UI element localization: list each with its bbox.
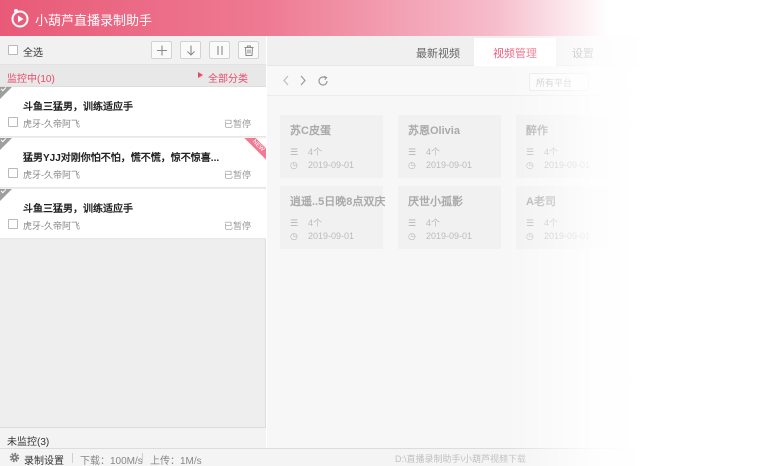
card-count: 4个 — [544, 218, 559, 228]
card-date: 2019-09-01 — [308, 160, 355, 170]
list-icon: ☰ — [290, 147, 299, 157]
download-button[interactable] — [180, 41, 201, 59]
list-icon: ☰ — [526, 218, 535, 228]
list-icon: ☰ — [408, 218, 417, 228]
arrow-down-icon — [187, 45, 195, 56]
clock-icon: ◷ — [290, 231, 298, 241]
card-title: 醉作 — [526, 125, 548, 137]
task-item[interactable]: 斗鱼三猛男，训练适应手 虎牙-久帝阿飞 已暂停 — [0, 187, 266, 239]
card-title: 苏C皮蛋 — [290, 125, 331, 137]
select-all-checkbox[interactable] — [8, 45, 18, 55]
video-folder-card[interactable]: 厌世小孤影 ☰ 4个 ◷ 2019-09-01 — [398, 186, 501, 249]
task-checkbox[interactable] — [8, 117, 18, 127]
clock-icon: ◷ — [408, 160, 416, 170]
card-date: 2019-09-01 — [544, 231, 591, 241]
list-icon: ☰ — [290, 218, 299, 228]
task-item[interactable]: 斗鱼三猛男，训练适应手 虎牙-久帝阿飞 已暂停 — [0, 85, 266, 137]
all-categories-filter[interactable]: 全部分类 — [198, 70, 248, 85]
gear-icon[interactable] — [8, 451, 21, 464]
pause-button[interactable] — [209, 41, 230, 59]
save-path[interactable]: D:\直播录制助手\小葫芦视频下载 — [395, 452, 526, 465]
card-date: 2019-09-01 — [426, 160, 473, 170]
video-folder-card[interactable]: 逍遥..5日晚8点双庆 ☰ 4个 ◷ 2019-09-01 — [280, 186, 386, 249]
card-title: A老司 — [526, 196, 556, 208]
forward-icon[interactable] — [299, 75, 307, 86]
tab-latest-videos[interactable]: 最新视频 — [416, 45, 460, 61]
card-title: 逍遥..5日晚8点双庆 — [290, 196, 386, 208]
task-title: 斗鱼三猛男，训练适应手 — [23, 204, 133, 215]
right-panel: 最新视频 视频管理 设置 所有平台 苏C皮蛋 ☰ 4个 ◷ 2019-09-01 苏… — [267, 36, 760, 448]
plus-icon — [157, 45, 167, 56]
tab-bar: 最新视频 视频管理 设置 — [267, 36, 760, 66]
task-source: 虎牙-久帝阿飞 — [23, 119, 80, 129]
card-count: 4个 — [308, 147, 323, 157]
card-title: 厌世小孤影 — [408, 196, 463, 208]
platform-select[interactable]: 所有平台 — [529, 73, 589, 91]
divider — [72, 453, 73, 463]
app-logo-icon — [11, 9, 29, 28]
tab-settings[interactable]: 设置 — [572, 45, 594, 61]
clock-icon: ◷ — [526, 160, 534, 170]
video-folder-card[interactable]: 醉作 ☰ 4个 ◷ 2019-09-01 — [516, 115, 619, 178]
trash-icon — [244, 45, 254, 56]
recording-settings-link[interactable]: 录制设置 — [24, 452, 64, 466]
task-checkbox[interactable] — [8, 219, 18, 229]
clock-icon: ◷ — [526, 231, 534, 241]
divider — [142, 453, 143, 463]
new-badge: NEW — [242, 138, 266, 162]
unmonitored-section[interactable]: 未监控(3) — [0, 427, 266, 448]
task-item[interactable]: NEW 猛男YJJ对刚你怕不怕，慌不慌，惊不惊喜... 虎牙-久帝阿飞 已暂停 — [0, 136, 266, 188]
card-date: 2019-09-01 — [308, 231, 355, 241]
delete-button[interactable] — [238, 41, 259, 59]
refresh-icon[interactable] — [317, 75, 329, 87]
clock-icon: ◷ — [408, 231, 416, 241]
card-count: 4个 — [426, 147, 441, 157]
card-date: 2019-09-01 — [544, 160, 591, 170]
navigation-bar: 所有平台 — [267, 66, 760, 96]
back-icon[interactable] — [282, 75, 290, 86]
task-toolbar: 全选 — [0, 36, 266, 65]
select-all-label[interactable]: 全选 — [23, 44, 43, 59]
upload-speed: 上传：1M/s — [150, 456, 202, 466]
task-status: 已暂停 — [223, 119, 251, 129]
left-panel: 全选 监控中(10) 全部分类 斗鱼三猛男，训练适应手 虎牙-久帝阿飞 已暂停 … — [0, 36, 266, 448]
card-title: 苏恩Olivia — [408, 125, 460, 137]
task-checkbox[interactable] — [8, 168, 18, 178]
card-count: 4个 — [544, 147, 559, 157]
task-title: 猛男YJJ对刚你怕不怕，慌不慌，惊不惊喜... — [23, 153, 220, 164]
task-title: 斗鱼三猛男，训练适应手 — [23, 102, 133, 113]
video-folder-card[interactable]: 苏C皮蛋 ☰ 4个 ◷ 2019-09-01 — [280, 115, 383, 178]
list-icon: ☰ — [526, 147, 535, 157]
monitoring-header: 监控中(10) 全部分类 — [0, 65, 266, 87]
title-bar: 小葫芦直播录制助手 — [0, 0, 760, 36]
card-count: 4个 — [426, 218, 441, 228]
all-categories-label: 全部分类 — [208, 74, 248, 85]
card-date: 2019-09-01 — [426, 231, 473, 241]
video-folder-card[interactable]: A老司 ☰ 4个 ◷ 2019-09-01 — [516, 186, 619, 249]
pause-icon — [217, 46, 223, 55]
monitoring-title[interactable]: 监控中(10) — [7, 70, 55, 85]
task-source: 虎牙-久帝阿飞 — [23, 170, 80, 180]
add-button[interactable] — [151, 41, 172, 59]
app-title: 小葫芦直播录制助手 — [35, 13, 153, 28]
video-folder-card[interactable]: 苏恩Olivia ☰ 4个 ◷ 2019-09-01 — [398, 115, 501, 178]
task-status: 已暂停 — [223, 170, 251, 180]
card-count: 4个 — [308, 218, 323, 228]
caret-right-icon — [198, 72, 203, 78]
status-bar: 录制设置 下载：100M/s 上传：1M/s D:\直播录制助手\小葫芦视频下载 — [0, 448, 760, 466]
tab-video-management[interactable]: 视频管理 — [493, 45, 537, 61]
task-status: 已暂停 — [223, 221, 251, 231]
download-speed: 下载：100M/s — [80, 456, 143, 466]
task-source: 虎牙-久帝阿飞 — [23, 221, 80, 231]
unmonitored-label: 未监控(3) — [7, 437, 50, 448]
clock-icon: ◷ — [290, 160, 298, 170]
list-icon: ☰ — [408, 147, 417, 157]
